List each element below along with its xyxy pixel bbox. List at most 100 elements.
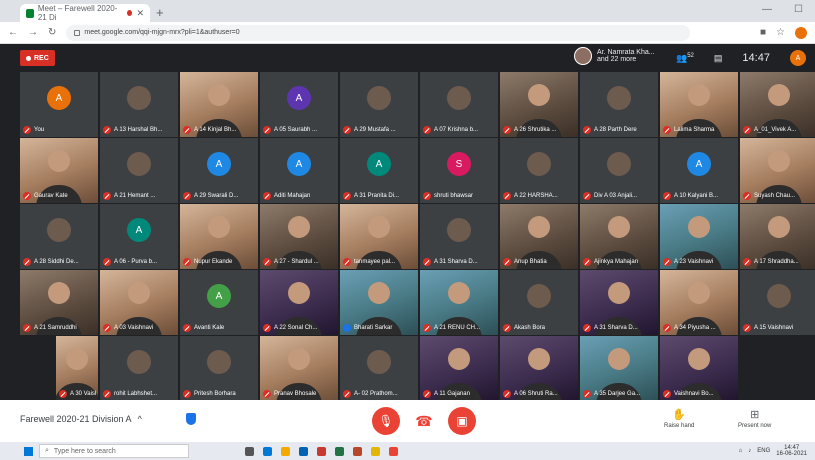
- self-avatar[interactable]: A: [789, 50, 806, 66]
- participant-photo: [207, 350, 231, 374]
- forward-icon[interactable]: →: [28, 27, 38, 38]
- participant-tile[interactable]: Bharati Sarkar: [340, 270, 418, 335]
- meeting-details-button[interactable]: Farewell 2020-21 Division A ^: [20, 414, 142, 424]
- participant-tile[interactable]: A A 31 Pranita Di...: [340, 138, 418, 203]
- participant-tile[interactable]: A 21 Hemant ...: [100, 138, 178, 203]
- url-input[interactable]: meet.google.com/qqi-mjgn-mrx?pli=1&authu…: [66, 24, 690, 41]
- mail-icon[interactable]: [299, 446, 308, 456]
- participant-tile[interactable]: Ajinkya Mahajan: [580, 204, 658, 269]
- participant-tile[interactable]: Lalima Sharma: [660, 72, 738, 137]
- camera-toggle-button[interactable]: ▣: [448, 407, 476, 435]
- participant-tile[interactable]: A 17 Shraddha...: [740, 204, 815, 269]
- participant-tile[interactable]: Sshruti bhawsar: [420, 138, 498, 203]
- participant-label: Vaishnavi Bo...: [663, 390, 736, 398]
- shield-icon[interactable]: [186, 413, 196, 425]
- participant-tile[interactable]: Gaurav Kate: [20, 138, 98, 203]
- participant-tile[interactable]: A A 29 Swarali D...: [180, 138, 258, 203]
- powerpoint-icon[interactable]: [353, 446, 362, 456]
- participant-tile[interactable]: A 30 Vaishnavi: [56, 336, 98, 401]
- participant-tile[interactable]: A_01_Vivek A...: [740, 72, 815, 137]
- raise-hand-button[interactable]: ✋ Raise hand: [664, 408, 694, 429]
- participant-tile[interactable]: A 35 Darjee Ga...: [580, 336, 658, 401]
- leave-call-button[interactable]: ☎: [410, 407, 438, 435]
- participant-tile[interactable]: A 07 Krishna b...: [420, 72, 498, 137]
- participant-tile[interactable]: A 26 Shrutika ...: [500, 72, 578, 137]
- file-explorer-icon[interactable]: [281, 446, 290, 456]
- participant-tile[interactable]: A 31 Sharva D...: [420, 204, 498, 269]
- participant-label: A 28 Parth Dere: [583, 126, 656, 134]
- maximize-icon[interactable]: ☐: [794, 4, 803, 15]
- participant-tile[interactable]: A 23 Vaishnavi: [660, 204, 738, 269]
- participants-button[interactable]: 👥52: [676, 53, 694, 64]
- participant-tile[interactable]: Div A 03 Anjali...: [580, 138, 658, 203]
- sticky-notes-icon[interactable]: [371, 446, 380, 456]
- edge-icon[interactable]: [263, 446, 272, 456]
- chrome-icon[interactable]: [389, 446, 398, 456]
- taskbar-search[interactable]: ⌕ Type here to search: [39, 444, 189, 458]
- participant-tile[interactable]: A 21 RENU CH...: [420, 270, 498, 335]
- participant-avatar: A: [127, 218, 151, 242]
- participant-tile[interactable]: A 21 Samruddhi: [20, 270, 98, 335]
- participant-tile[interactable]: A A 10 Kalyani B...: [660, 138, 738, 203]
- participant-tile[interactable]: Anup Bhatia: [500, 204, 578, 269]
- excel-icon[interactable]: [335, 446, 344, 456]
- participant-tile[interactable]: A 13 Harshal Bh...: [100, 72, 178, 137]
- participant-tile[interactable]: A 28 Parth Dere: [580, 72, 658, 137]
- language-indicator[interactable]: ENG: [757, 448, 770, 454]
- recording-label: REC: [34, 54, 49, 62]
- participant-tile[interactable]: A 03 Vaishnavi: [100, 270, 178, 335]
- star-icon[interactable]: ☆: [776, 27, 785, 38]
- participant-name: A 21 RENU CH...: [434, 325, 481, 331]
- participant-tile[interactable]: A 14 Kinjal Bh...: [180, 72, 258, 137]
- reload-icon[interactable]: ↻: [48, 27, 56, 38]
- participant-tile[interactable]: A A 06 - Purva b...: [100, 204, 178, 269]
- mic-toggle-button[interactable]: 🎙: [372, 407, 400, 435]
- participant-tile[interactable]: A You: [20, 72, 98, 137]
- participant-tile[interactable]: A 31 Sharva D...: [580, 270, 658, 335]
- profile-avatar[interactable]: [795, 26, 807, 39]
- participant-tile[interactable]: Pranav Bhosale: [260, 336, 338, 401]
- recording-dot-icon: [127, 10, 133, 16]
- participant-tile[interactable]: A 34 Piyusha ...: [660, 270, 738, 335]
- participant-photo: [367, 350, 391, 374]
- windows-start-icon[interactable]: [24, 446, 33, 456]
- participant-tile[interactable]: A 15 Vaishnavi: [740, 270, 815, 335]
- participant-tile[interactable]: A Avanti Kale: [180, 270, 258, 335]
- volume-icon[interactable]: ♪: [748, 448, 751, 454]
- participant-photo: [767, 284, 791, 308]
- participant-tile[interactable]: A A 05 Saurabh ...: [260, 72, 338, 137]
- back-icon[interactable]: ←: [8, 27, 18, 38]
- participant-photo: [447, 86, 471, 110]
- participant-tile[interactable]: rohit Labhshet...: [100, 336, 178, 401]
- participant-tile[interactable]: Akash Bora: [500, 270, 578, 335]
- minimize-icon[interactable]: —: [762, 4, 772, 15]
- participant-tile[interactable]: A 29 Mustafa ...: [340, 72, 418, 137]
- participant-tile[interactable]: Nupur Ekande: [180, 204, 258, 269]
- participant-tile[interactable]: A 11 Gajanan: [420, 336, 498, 401]
- participant-tile[interactable]: Pritesh Borhara: [180, 336, 258, 401]
- participant-photo: [47, 218, 71, 242]
- task-view-icon[interactable]: [245, 446, 254, 456]
- participant-tile[interactable]: Suyash Chau...: [740, 138, 815, 203]
- participant-tile[interactable]: A- 02 Prathom...: [340, 336, 418, 401]
- chat-icon[interactable]: ▤: [714, 53, 723, 64]
- participant-tile[interactable]: A Aditi Mahajan: [260, 138, 338, 203]
- present-icon: ⊞: [750, 409, 760, 421]
- participant-tile[interactable]: A 06 Shruti Ra...: [500, 336, 578, 401]
- taskbar-clock[interactable]: 14:47 16-06-2021: [776, 445, 807, 457]
- close-tab-icon[interactable]: ✕: [136, 8, 144, 19]
- participant-tile[interactable]: A 22 Sonal Ch...: [260, 270, 338, 335]
- app-icon[interactable]: [317, 446, 326, 456]
- participant-tile[interactable]: A 27 - Shardul ...: [260, 204, 338, 269]
- participant-tile[interactable]: A 22 HARSHA...: [500, 138, 578, 203]
- participant-tile[interactable]: Vaishnavi Bo...: [660, 336, 738, 401]
- present-now-button[interactable]: ⊞ Present now: [738, 408, 771, 429]
- participant-name: Anup Bhatia: [514, 259, 547, 265]
- browser-tab[interactable]: Meet – Farewell 2020-21 Di ✕: [20, 4, 150, 22]
- new-tab-button[interactable]: +: [156, 5, 164, 20]
- network-icon[interactable]: ⌂: [739, 448, 743, 454]
- camera-indicator-icon[interactable]: ■: [760, 27, 766, 38]
- participant-tile[interactable]: A 28 Siddhi De...: [20, 204, 98, 269]
- participant-tile[interactable]: tanmayee pal...: [340, 204, 418, 269]
- participant-label: A 03 Vaishnavi: [103, 324, 176, 332]
